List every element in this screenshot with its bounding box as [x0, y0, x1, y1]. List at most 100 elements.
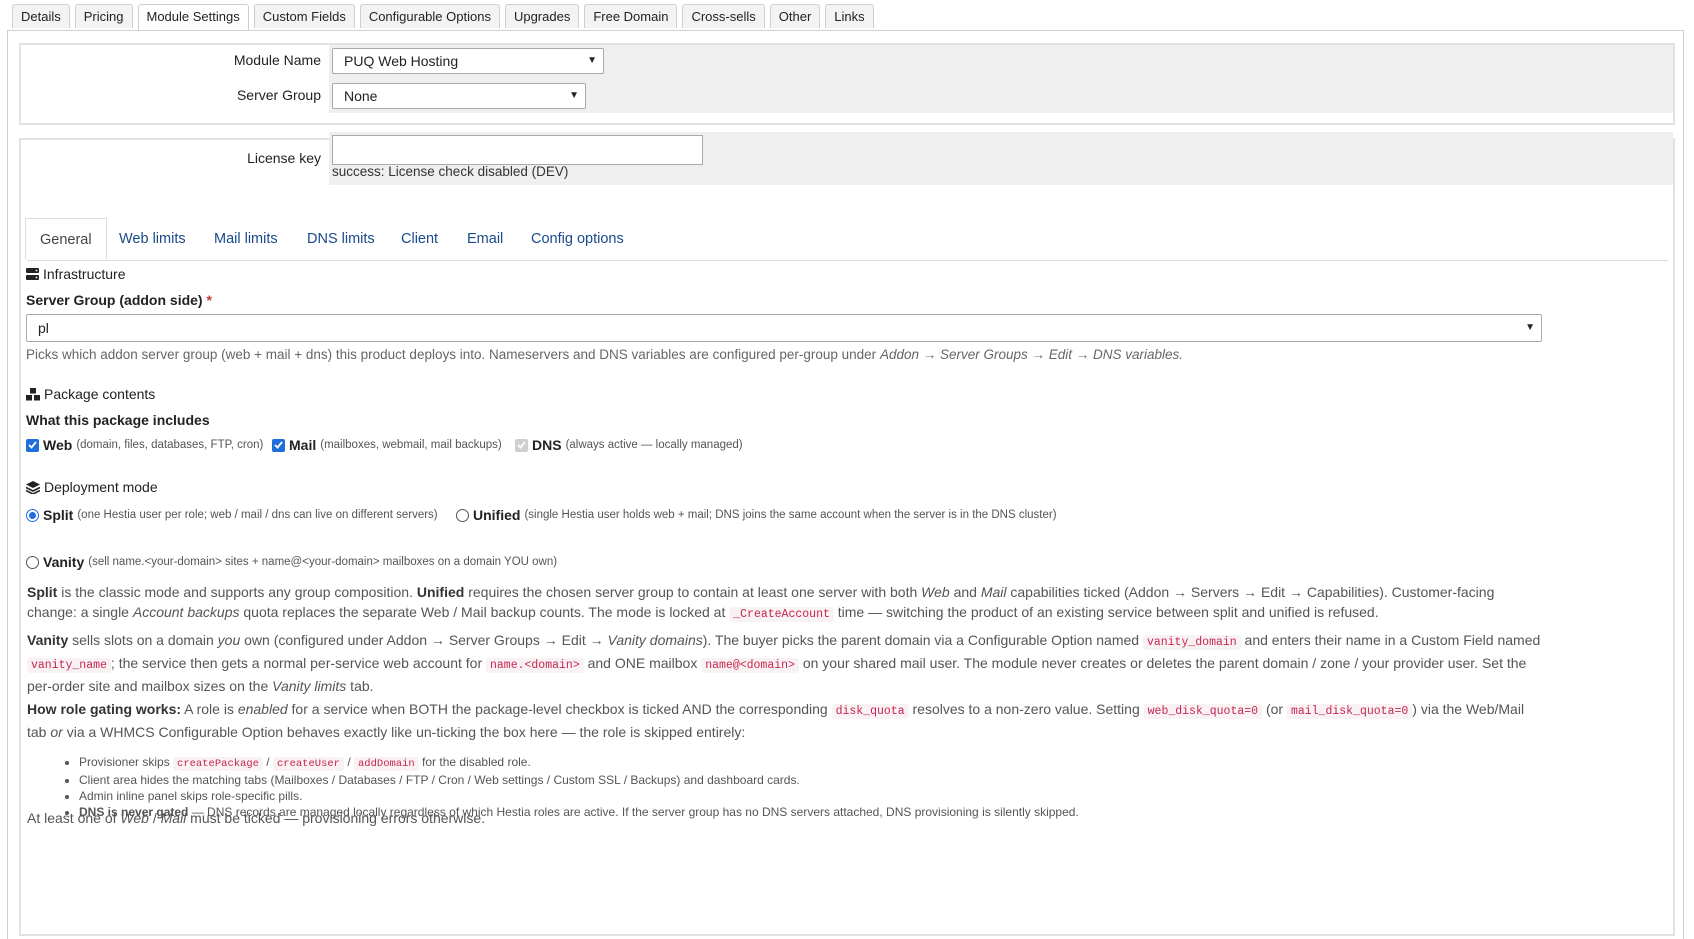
text: /	[148, 810, 161, 826]
server-group-help: Picks which addon server group (web + ma…	[26, 347, 1183, 362]
radio-selected-icon	[26, 508, 39, 522]
mail-checkbox[interactable]: Mail (mailboxes, webmail, mail backups)	[272, 437, 502, 453]
text: quota replaces the separate Web / Mail b…	[239, 604, 730, 620]
split-unified-explanation: Split is the classic mode and supports a…	[27, 582, 1547, 625]
code-snippet: name@<domain>	[701, 658, 799, 673]
tab-module-settings[interactable]: Module Settings	[137, 4, 249, 31]
code-snippet: createPackage	[173, 757, 263, 771]
tab-pricing[interactable]: Pricing	[74, 4, 133, 28]
deployment-mode-heading: Deployment mode	[26, 479, 158, 495]
text: Split	[27, 584, 58, 600]
server-group-label: Server Group	[236, 87, 321, 103]
text: Unified	[416, 584, 465, 600]
text: you	[217, 632, 241, 648]
dns-checkbox-label: DNS	[532, 437, 562, 453]
text: is the classic mode and supports any gro…	[57, 584, 417, 600]
server-group-help-text: Picks which addon server group (web + ma…	[26, 347, 880, 362]
text: and ONE mailbox	[583, 655, 702, 671]
text: /	[262, 755, 273, 769]
web-checkbox-label: Web	[43, 437, 73, 453]
unified-radio-hint: (single Hestia user holds web + mail; DN…	[524, 509, 1057, 521]
vanity-radio[interactable]: Vanity (sell name.<your-domain> sites + n…	[26, 554, 557, 570]
text: Vanity domains	[607, 632, 703, 648]
text: ). The buyer picks the parent domain via…	[702, 632, 1143, 648]
tab-free-domain[interactable]: Free Domain	[584, 4, 678, 28]
tab-details[interactable]: Details	[12, 4, 70, 28]
web-checkbox[interactable]: Web (domain, files, databases, FTP, cron)	[26, 437, 263, 453]
license-key-input[interactable]	[332, 135, 703, 165]
text: How role gating works:	[27, 701, 182, 717]
package-includes-label: What this package includes	[26, 412, 210, 428]
text: (or	[1262, 701, 1287, 717]
text: resolves to a non-zero value. Setting	[908, 701, 1144, 717]
tab-config-options[interactable]: Config options	[531, 218, 624, 260]
unified-radio[interactable]: Unified (single Hestia user holds web + m…	[456, 507, 1057, 523]
layers-icon	[26, 480, 40, 494]
list-item: Admin inline panel skips role-specific p…	[79, 788, 1079, 804]
tab-mail-limits[interactable]: Mail limits	[214, 218, 278, 260]
text: ; the service then gets a normal per-ser…	[110, 655, 486, 671]
addon-server-group-label: Server Group (addon side) *	[26, 292, 212, 308]
tab-general[interactable]: General	[25, 218, 107, 260]
code-snippet: vanity_name	[27, 658, 111, 673]
chevron-down-icon: ▼	[587, 55, 597, 66]
package-contents-heading: Package contents	[26, 386, 155, 402]
text: At least one of	[27, 810, 121, 826]
tab-web-limits[interactable]: Web limits	[119, 218, 186, 260]
checkbox-checked-icon	[26, 438, 39, 452]
tab-upgrades[interactable]: Upgrades	[504, 4, 580, 28]
tab-client[interactable]: Client	[401, 218, 438, 260]
text: or	[50, 724, 63, 740]
code-snippet: web_disk_quota=0	[1143, 704, 1263, 719]
text: tab.	[346, 678, 374, 694]
module-name-select[interactable]: PUQ Web Hosting ▼	[332, 48, 604, 74]
cubes-icon	[26, 387, 40, 401]
chevron-down-icon: ▼	[1525, 322, 1535, 333]
text: Account backups	[132, 604, 240, 620]
list-item: Provisioner skips createPackage / create…	[79, 754, 1079, 772]
server-icon	[26, 268, 39, 280]
tab-cross-sells[interactable]: Cross-sells	[682, 4, 765, 28]
text: Web	[921, 584, 950, 600]
checkbox-disabled-icon	[515, 438, 528, 452]
license-status: success: License check disabled (DEV)	[332, 164, 569, 179]
role-gating-explanation: How role gating works: A role is enabled…	[27, 699, 1547, 742]
text: Vanity limits	[272, 678, 347, 694]
text: Web	[120, 810, 149, 826]
chevron-down-icon: ▼	[569, 90, 579, 101]
text: time — switching the product of an exist…	[833, 604, 1379, 620]
text: Mail	[980, 584, 1007, 600]
server-group-select[interactable]: None ▼	[332, 83, 586, 109]
server-group-value: None	[344, 88, 378, 104]
mail-checkbox-hint: (mailboxes, webmail, mail backups)	[320, 439, 502, 451]
text: Vanity	[27, 632, 69, 648]
addon-server-group-select[interactable]: pl ▼	[26, 314, 1542, 342]
tab-email[interactable]: Email	[467, 218, 503, 260]
tab-configurable-options[interactable]: Configurable Options	[359, 4, 500, 28]
tab-links[interactable]: Links	[825, 4, 874, 28]
required-mark: *	[206, 292, 212, 308]
tab-custom-fields[interactable]: Custom Fields	[253, 4, 355, 28]
list-item: Client area hides the matching tabs (Mai…	[79, 772, 1079, 788]
text: for the disabled role.	[418, 755, 531, 769]
vanity-radio-label: Vanity	[43, 554, 85, 570]
mail-checkbox-label: Mail	[289, 437, 317, 453]
text: must be ticked — provisioning errors oth…	[186, 810, 486, 826]
code-snippet: addDomain	[354, 757, 419, 771]
split-radio-hint: (one Hestia user per role; web / mail / …	[77, 509, 438, 521]
text: requires the chosen server group to cont…	[464, 584, 922, 600]
product-tabs: Details Pricing Module Settings Custom F…	[12, 4, 874, 31]
infrastructure-heading-text: Infrastructure	[43, 266, 126, 282]
dns-checkbox-hint: (always active — locally managed)	[565, 439, 743, 451]
code-snippet: vanity_domain	[1142, 635, 1241, 650]
code-snippet: createUser	[272, 757, 344, 771]
vanity-radio-hint: (sell name.<your-domain> sites + name@<y…	[88, 556, 558, 568]
tab-other[interactable]: Other	[769, 4, 821, 28]
split-radio[interactable]: Split (one Hestia user per role; web / ma…	[26, 507, 438, 523]
radio-empty-icon	[456, 508, 469, 522]
tab-dns-limits[interactable]: DNS limits	[307, 218, 375, 260]
text: Mail	[160, 810, 187, 826]
vanity-explanation: Vanity sells slots on a domain you own (…	[27, 630, 1547, 696]
addon-server-group-label-text: Server Group (addon side)	[26, 292, 203, 308]
unified-radio-label: Unified	[473, 507, 521, 523]
